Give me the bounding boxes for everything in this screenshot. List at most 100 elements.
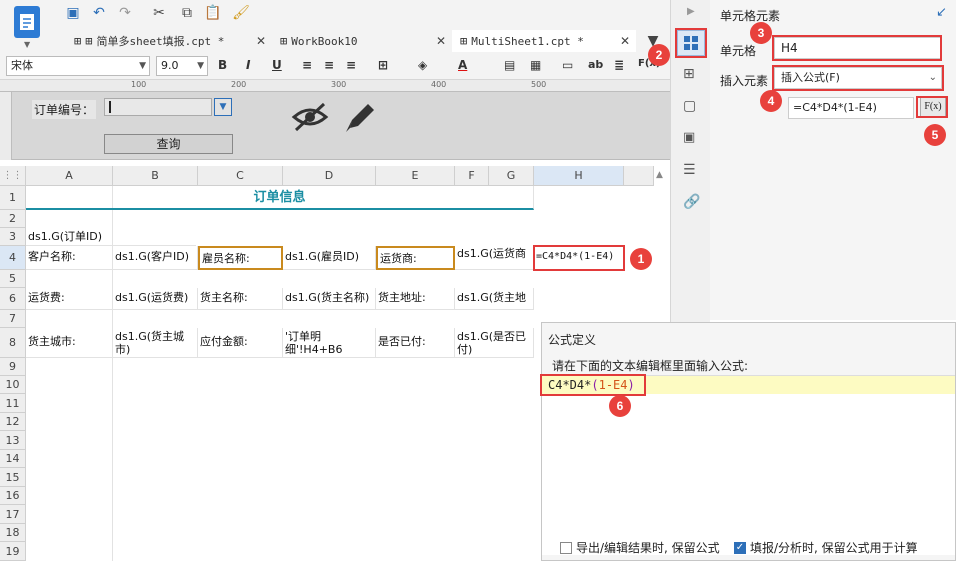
align-left-icon[interactable]: ≡ [302, 58, 312, 72]
row-header[interactable]: 18 [0, 524, 26, 542]
row-header[interactable]: 9 [0, 358, 26, 376]
checkbox-checked[interactable]: ✓ [734, 541, 746, 554]
wrap-icon[interactable]: ≣ [614, 58, 624, 72]
cell-f6[interactable]: ds1.G(货主地 [455, 288, 534, 310]
cell-f4[interactable]: ds1.G(运货商 [455, 246, 534, 270]
save-icon[interactable]: ▣ [64, 4, 82, 22]
checkbox-unchecked[interactable] [560, 541, 572, 554]
close-icon[interactable]: ✕ [620, 34, 630, 48]
edit-pencil-icon[interactable] [342, 98, 376, 134]
close-icon[interactable]: ✕ [436, 34, 446, 48]
order-no-input[interactable] [104, 98, 212, 116]
scroll-up-arrow[interactable]: ▲ [656, 170, 663, 180]
cell-c6[interactable]: 货主名称: [198, 288, 283, 310]
row-header[interactable]: 14 [0, 450, 26, 468]
logo-dropdown-icon[interactable]: ▼ [24, 40, 30, 49]
cell-b6[interactable]: ds1.G(运货费) [113, 288, 198, 310]
row-header[interactable]: 1 [0, 186, 26, 210]
row-header[interactable]: 2 [0, 210, 26, 228]
cell-f8[interactable]: ds1.G(是否已付) [455, 328, 534, 358]
fill-color-icon[interactable]: ◈ [418, 58, 427, 72]
column-header-a[interactable]: A [26, 166, 113, 186]
hyperlink-icon[interactable]: 🔗 [683, 194, 700, 210]
column-header-b[interactable]: B [113, 166, 198, 186]
align-right-icon[interactable]: ≡ [346, 58, 356, 72]
cell-d4[interactable]: ds1.G(雇员ID) [283, 246, 376, 270]
column-header-d[interactable]: D [283, 166, 376, 186]
tab-workbook-1[interactable]: ⊞ ⊞ 简单多sheet填报.cpt * ✕ [66, 30, 272, 52]
query-button[interactable]: 查询 [104, 134, 233, 154]
column-header-h[interactable]: H [534, 166, 624, 186]
formula-input[interactable]: =C4*D4*(1-E4) [788, 97, 914, 119]
font-size-select[interactable]: 9.0 ▼ [156, 56, 208, 76]
text-icon[interactable]: ab [588, 58, 603, 71]
report-title-cell[interactable]: 订单信息 [26, 186, 534, 210]
column-header-blank [624, 166, 654, 186]
select-all-corner[interactable]: ⋮⋮ [0, 166, 26, 186]
cell-d6[interactable]: ds1.G(货主名称) [283, 288, 376, 310]
cell-c4[interactable]: 雇员名称: [198, 246, 283, 270]
cell-a3[interactable]: ds1.G(订单ID) [26, 228, 196, 246]
row-header[interactable]: 7 [0, 310, 26, 328]
row-header[interactable]: 17 [0, 505, 26, 524]
row-header[interactable]: 13 [0, 431, 26, 450]
export-keep-formula-option[interactable]: 导出/编辑结果时, 保留公式 [560, 539, 720, 556]
cut-icon[interactable]: ✂ [150, 4, 168, 22]
widget-settings-icon[interactable]: ▣ [683, 130, 695, 145]
underline-icon[interactable]: U [272, 58, 282, 72]
border-icon[interactable]: ⊞ [378, 58, 388, 72]
paste-icon[interactable]: 📋 [204, 4, 222, 22]
row-header[interactable]: 8 [0, 328, 26, 358]
widget-icon[interactable]: ▭ [562, 58, 573, 72]
column-header-e[interactable]: E [376, 166, 455, 186]
row-header[interactable]: 11 [0, 394, 26, 413]
condition-icon[interactable]: ☰ [683, 162, 696, 178]
row-header[interactable]: 16 [0, 487, 26, 505]
row-header[interactable]: 10 [0, 376, 26, 394]
frame-icon[interactable]: ▢ [683, 98, 696, 114]
merge-icon[interactable]: ▤ [504, 58, 515, 72]
undo-icon[interactable]: ↶ [90, 4, 108, 22]
cell-a8[interactable]: 货主城市: [26, 328, 113, 358]
cell-c8[interactable]: 应付金额: [198, 328, 283, 358]
column-header-c[interactable]: C [198, 166, 283, 186]
cell-e6[interactable]: 货主地址: [376, 288, 455, 310]
bold-icon[interactable]: B [218, 58, 227, 72]
row-header[interactable]: 5 [0, 270, 26, 288]
font-color-icon[interactable]: A [458, 58, 467, 72]
row-header[interactable]: 19 [0, 542, 26, 561]
cell-a4[interactable]: 客户名称: [26, 246, 113, 270]
row-header[interactable]: 3 [0, 228, 26, 246]
cell-a6[interactable]: 运货费: [26, 288, 113, 310]
cell-b4[interactable]: ds1.G(客户ID) [113, 246, 198, 270]
column-header-g[interactable]: G [489, 166, 534, 186]
cell-attribute-icon[interactable]: ⊞ [683, 66, 695, 82]
fill-keep-formula-option[interactable]: ✓ 填报/分析时, 保留公式用于计算 [734, 539, 918, 556]
hide-eye-icon[interactable] [290, 100, 330, 134]
tab-workbook-3[interactable]: ⊞ MultiSheet1.cpt * ✕ [452, 30, 636, 52]
row-header[interactable]: 12 [0, 413, 26, 431]
collapse-arrow-icon[interactable]: ▶ [687, 6, 695, 17]
cell-e4[interactable]: 运货商: [376, 246, 455, 270]
pin-icon[interactable]: ↙ [936, 5, 947, 20]
format-painter-icon[interactable]: 🖌 [232, 4, 250, 22]
unmerge-icon[interactable]: ▦ [530, 58, 541, 72]
tab-workbook-2[interactable]: ⊞ WorkBook10 ✕ [272, 30, 452, 52]
cell-d8[interactable]: '订单明细'!H4+B6 [283, 328, 376, 358]
align-center-icon[interactable]: ≡ [324, 58, 334, 72]
row-header[interactable]: 6 [0, 288, 26, 310]
copy-icon[interactable]: ⧉ [178, 4, 196, 22]
cell-b8[interactable]: ds1.G(货主城市) [113, 328, 198, 358]
font-name-select[interactable]: 宋体 ▼ [6, 56, 150, 76]
row-header[interactable]: 15 [0, 468, 26, 487]
italic-icon[interactable]: I [246, 58, 250, 72]
step-badge-2: 2 [648, 44, 670, 66]
column-header-f[interactable]: F [455, 166, 489, 186]
row-header[interactable]: 4 [0, 246, 26, 270]
order-no-dropdown-button[interactable]: ▼ [214, 98, 232, 116]
app-logo[interactable] [14, 6, 40, 38]
redo-icon[interactable]: ↷ [116, 4, 134, 22]
cell-e8[interactable]: 是否已付: [376, 328, 455, 358]
formula-editor[interactable]: C4*D4*(1-E4) [540, 374, 955, 555]
close-icon[interactable]: ✕ [256, 34, 266, 48]
